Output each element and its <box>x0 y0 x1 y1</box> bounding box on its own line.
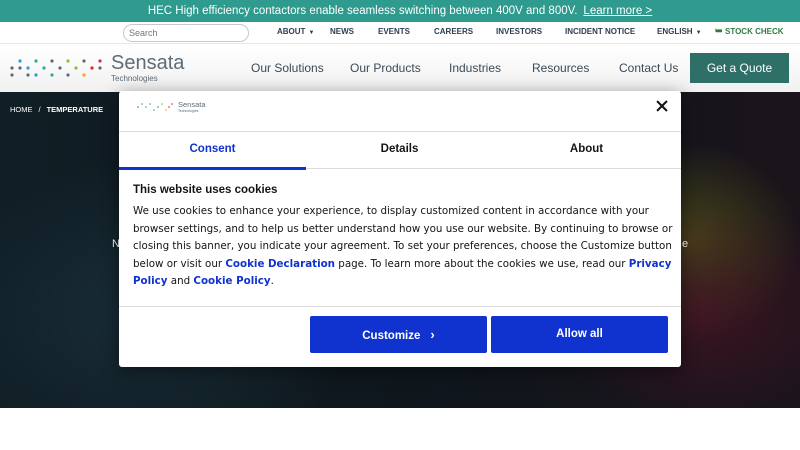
sensata-logo-icon <box>137 103 173 111</box>
modal-logo-subtext: Technologies <box>178 109 199 113</box>
caret-down-icon: ▼ <box>695 30 702 36</box>
cookie-body-part-2: page. To learn more about the cookies we… <box>335 257 629 270</box>
allow-all-button[interactable]: Allow all <box>491 316 668 353</box>
close-icon[interactable] <box>655 99 669 113</box>
cookie-body-part-4: . <box>270 275 274 288</box>
cookie-body-text: We use cookies to enhance your experienc… <box>133 203 673 291</box>
breadcrumb: HOME / TEMPERATURE <box>10 105 103 114</box>
cookie-policy-link[interactable]: Cookie Policy <box>193 275 270 287</box>
get-a-quote-button[interactable]: Get a Quote <box>690 53 789 83</box>
announcement-bar: HEC High efficiency contactors enable se… <box>0 0 800 22</box>
customize-label: Customize <box>362 330 421 342</box>
utility-bar: ABOUT▼ NEWS EVENTS CAREERS INVESTORS INC… <box>0 22 800 44</box>
cookie-body-part-3: and <box>167 275 194 288</box>
customize-button[interactable]: Customize › <box>310 316 487 353</box>
nav-our-products[interactable]: Our Products <box>350 44 421 92</box>
cookie-title: This website uses cookies <box>133 184 278 196</box>
breadcrumb-current: TEMPERATURE <box>46 105 104 114</box>
cookie-declaration-link[interactable]: Cookie Declaration <box>225 258 335 270</box>
incident-notice-link[interactable]: INCIDENT NOTICE <box>565 22 635 44</box>
language-label: ENGLISH <box>657 27 693 36</box>
modal-divider <box>119 306 681 307</box>
sensata-logo-icon[interactable] <box>10 55 106 77</box>
caret-down-icon: ▼ <box>308 30 315 36</box>
nav-our-solutions[interactable]: Our Solutions <box>251 44 324 92</box>
logo-subtext: Technologies <box>111 74 158 83</box>
announcement-text: HEC High efficiency contactors enable se… <box>147 5 578 17</box>
page: HEC High efficiency contactors enable se… <box>0 0 800 450</box>
logo-text: Sensata <box>111 52 185 74</box>
consent-tabs: Consent Details About <box>119 131 681 170</box>
language-menu[interactable]: ENGLISH ▼ <box>657 22 702 44</box>
about-label: ABOUT <box>277 27 306 36</box>
investors-link[interactable]: INVESTORS <box>496 22 542 44</box>
learn-more-link[interactable]: Learn more > <box>583 5 652 17</box>
breadcrumb-separator: / <box>38 105 41 114</box>
tab-details[interactable]: Details <box>306 132 493 169</box>
tab-consent[interactable]: Consent <box>119 132 306 170</box>
main-navigation: Sensata Technologies Our Solutions Our P… <box>0 44 800 92</box>
cart-icon <box>713 28 722 33</box>
stock-check-label: STOCK CHECK <box>725 27 784 36</box>
search-input[interactable] <box>123 24 249 42</box>
nav-contact-us[interactable]: Contact Us <box>619 44 678 92</box>
stock-check-link[interactable]: STOCK CHECK <box>713 22 784 44</box>
events-link[interactable]: EVENTS <box>378 22 410 44</box>
modal-logo-text: Sensata <box>178 100 206 109</box>
nav-resources[interactable]: Resources <box>532 44 589 92</box>
nav-industries[interactable]: Industries <box>449 44 501 92</box>
news-link[interactable]: NEWS <box>330 22 354 44</box>
cookie-consent-dialog: Sensata Technologies Consent Details Abo… <box>119 91 681 367</box>
careers-link[interactable]: CAREERS <box>434 22 473 44</box>
hero-text-right: e <box>682 238 689 250</box>
chevron-right-icon: › <box>430 327 435 342</box>
about-menu[interactable]: ABOUT ▼ <box>277 22 314 44</box>
tab-about[interactable]: About <box>493 132 680 169</box>
breadcrumb-home[interactable]: HOME <box>10 105 33 114</box>
